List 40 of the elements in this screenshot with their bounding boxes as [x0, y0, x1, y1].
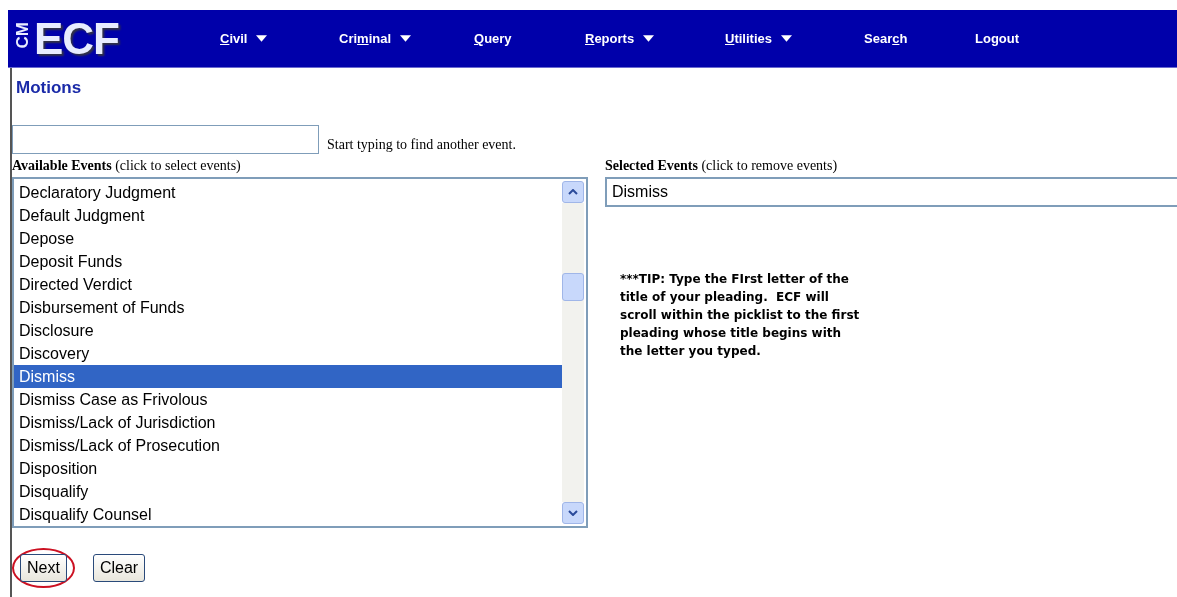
- caret-icon[interactable]: [256, 35, 268, 42]
- event-option[interactable]: Disqualify Counsel: [14, 503, 562, 526]
- menu-item[interactable]: Query: [474, 31, 512, 46]
- find-event-field[interactable]: [12, 125, 319, 154]
- event-option[interactable]: Disclosure: [14, 319, 562, 342]
- menu-item[interactable]: Reports: [585, 31, 635, 46]
- selected-events-label: Selected Events (click to remove events): [605, 158, 839, 175]
- tip-text: ***TIP: Type the FIrst letter of the title of your pleading. ECF will scroll within the picklist to the first pleading whose title begins with the letter you typed.: [620, 271, 861, 360]
- page-title: Motions: [15, 77, 83, 99]
- scroll-up-icon[interactable]: [562, 181, 584, 203]
- scroll-down-icon[interactable]: [562, 502, 584, 524]
- event-option[interactable]: Deposit Funds: [14, 250, 562, 273]
- caret-icon[interactable]: [643, 35, 655, 42]
- event-option[interactable]: Declaratory Judgment: [14, 181, 562, 204]
- scroll-thumb[interactable]: [562, 273, 584, 301]
- event-option[interactable]: Dismiss/Lack of Prosecution: [14, 434, 562, 457]
- menu-item[interactable]: Utilities: [725, 31, 772, 46]
- event-option[interactable]: Disqualify: [14, 480, 562, 503]
- scrollbar[interactable]: [562, 179, 586, 526]
- caret-icon[interactable]: [780, 35, 792, 42]
- find-hint: Start typing to find another event.: [327, 137, 516, 154]
- menu-item[interactable]: Search: [864, 31, 908, 46]
- logo: CM ECF: [11, 13, 120, 64]
- event-option[interactable]: Depose: [14, 227, 562, 250]
- form-button[interactable]: Next: [20, 554, 67, 582]
- selected-event[interactable]: Dismiss: [607, 179, 1177, 205]
- event-option[interactable]: Dismiss/Lack of Jurisdiction: [14, 411, 562, 434]
- available-events-label: Available Events (click to select events): [12, 158, 242, 175]
- event-option[interactable]: Discovery: [14, 342, 562, 365]
- event-option[interactable]: Dismiss: [14, 365, 562, 388]
- event-option[interactable]: Directed Verdict: [14, 273, 562, 296]
- caret-icon[interactable]: [400, 35, 412, 42]
- event-option[interactable]: Default Judgment: [14, 204, 562, 227]
- menu-item[interactable]: Civil: [220, 31, 248, 46]
- event-option[interactable]: Disposition: [14, 457, 562, 480]
- menu-item[interactable]: Criminal: [339, 31, 392, 46]
- event-option[interactable]: Disbursement of Funds: [14, 296, 562, 319]
- form-button[interactable]: Clear: [92, 554, 146, 582]
- menu-item[interactable]: Logout: [975, 31, 1020, 46]
- event-option[interactable]: Dismiss Case as Frivolous: [14, 388, 562, 411]
